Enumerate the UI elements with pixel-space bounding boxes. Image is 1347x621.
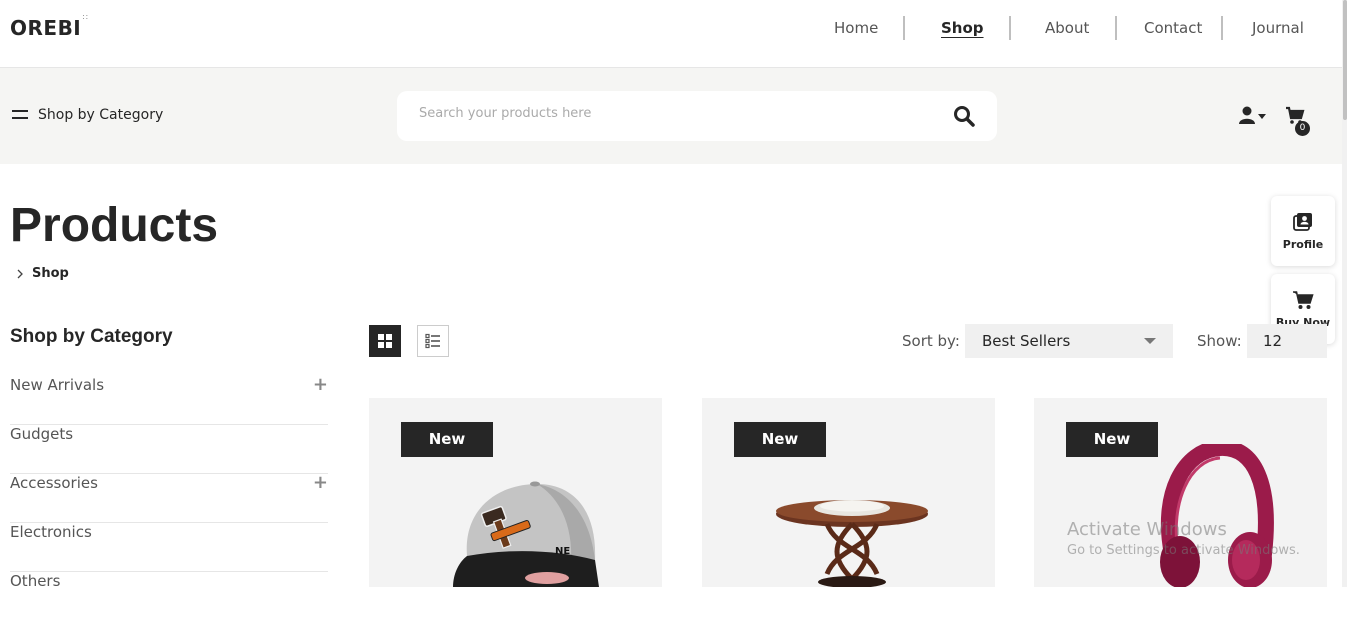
search-input[interactable]	[419, 106, 919, 121]
new-badge: New	[734, 422, 826, 457]
svg-text:NE: NE	[555, 546, 570, 557]
new-badge: New	[1066, 422, 1158, 457]
logo-text: OREBI	[10, 16, 82, 40]
sort-select[interactable]: Best Sellers	[965, 324, 1173, 358]
nav-contact-label: Contact	[1144, 19, 1203, 37]
user-menu-button[interactable]	[1238, 106, 1270, 128]
user-icon	[1239, 106, 1266, 124]
top-header	[0, 0, 1342, 68]
product-card[interactable]: New NE	[369, 398, 662, 587]
nav-divider	[1221, 16, 1223, 40]
nav-divider	[1009, 16, 1011, 40]
windows-activation-watermark: Activate Windows	[1067, 519, 1227, 540]
profile-widget-label: Profile	[1282, 237, 1324, 251]
sort-value: Best Sellers	[982, 332, 1071, 350]
breadcrumb: Shop	[16, 266, 69, 281]
shopping-cart-icon	[1293, 290, 1314, 309]
nav-divider	[903, 16, 905, 40]
brand-logo[interactable]: OREBI::	[10, 12, 88, 40]
show-value: 12	[1263, 332, 1283, 350]
product-card[interactable]: New	[702, 398, 995, 587]
nav-home-label: Home	[834, 19, 879, 37]
profile-card-icon	[1293, 212, 1312, 231]
cap-product-image: NE	[453, 481, 599, 587]
nav-shop[interactable]: Shop	[941, 16, 984, 40]
new-badge: New	[401, 422, 493, 457]
sidebar-title: Shop by Category	[10, 326, 173, 347]
profile-widget[interactable]: Profile	[1271, 196, 1335, 266]
sidebar-item-accessories[interactable]: Accessories +	[10, 472, 328, 523]
sidebar-item-gudgets[interactable]: Gudgets	[10, 425, 328, 474]
product-card[interactable]: New	[1034, 398, 1327, 587]
menu-icon	[12, 110, 28, 119]
show-label: Show:	[1197, 332, 1242, 350]
nav-journal[interactable]: Journal	[1252, 16, 1304, 40]
page-title: Products	[10, 199, 219, 252]
sidebar-item-others[interactable]: Others	[10, 572, 328, 621]
nav-contact[interactable]: Contact	[1144, 16, 1202, 40]
scrollbar-thumb[interactable]	[1343, 0, 1347, 120]
nav-divider	[1115, 16, 1117, 40]
search-icon	[954, 106, 975, 127]
headphones-product-image	[1160, 444, 1274, 587]
sidebar-item-electronics[interactable]: Electronics	[10, 523, 328, 572]
search-button[interactable]	[952, 104, 976, 128]
sidebar-item-label: Electronics	[10, 523, 92, 541]
windows-activation-hint: Go to Settings to activate Windows.	[1067, 543, 1300, 558]
nav-about-label: About	[1045, 19, 1090, 37]
expand-plus-icon[interactable]: +	[313, 374, 328, 395]
category-toggle-label: Shop by Category	[38, 107, 164, 123]
search-box	[397, 91, 997, 141]
nav-home[interactable]: Home	[834, 16, 878, 40]
expand-plus-icon[interactable]: +	[313, 472, 328, 493]
show-count-select[interactable]: 12	[1247, 324, 1327, 358]
chevron-right-icon	[17, 269, 23, 278]
sidebar-item-label: Others	[10, 572, 61, 590]
list-icon	[425, 333, 440, 349]
cart-count-badge: 0	[1295, 121, 1310, 136]
grid-icon	[378, 334, 392, 348]
logo-mark: ::	[82, 12, 89, 22]
grid-view-button[interactable]	[369, 325, 401, 357]
nav-shop-label: Shop	[941, 19, 984, 37]
breadcrumb-current[interactable]: Shop	[32, 266, 69, 281]
nav-about[interactable]: About	[1045, 16, 1089, 40]
list-view-button[interactable]	[417, 325, 449, 357]
sidebar-item-label: Accessories	[10, 474, 98, 492]
nav-journal-label: Journal	[1252, 19, 1304, 37]
sort-label: Sort by:	[902, 332, 960, 350]
sidebar-item-new-arrivals[interactable]: New Arrivals +	[10, 374, 328, 425]
sidebar-item-label: New Arrivals	[10, 376, 105, 394]
caret-down-icon	[1144, 338, 1156, 344]
round-table-product-image	[776, 500, 928, 587]
shop-by-category-toggle[interactable]: Shop by Category	[12, 107, 163, 123]
sidebar-item-label: Gudgets	[10, 425, 74, 443]
